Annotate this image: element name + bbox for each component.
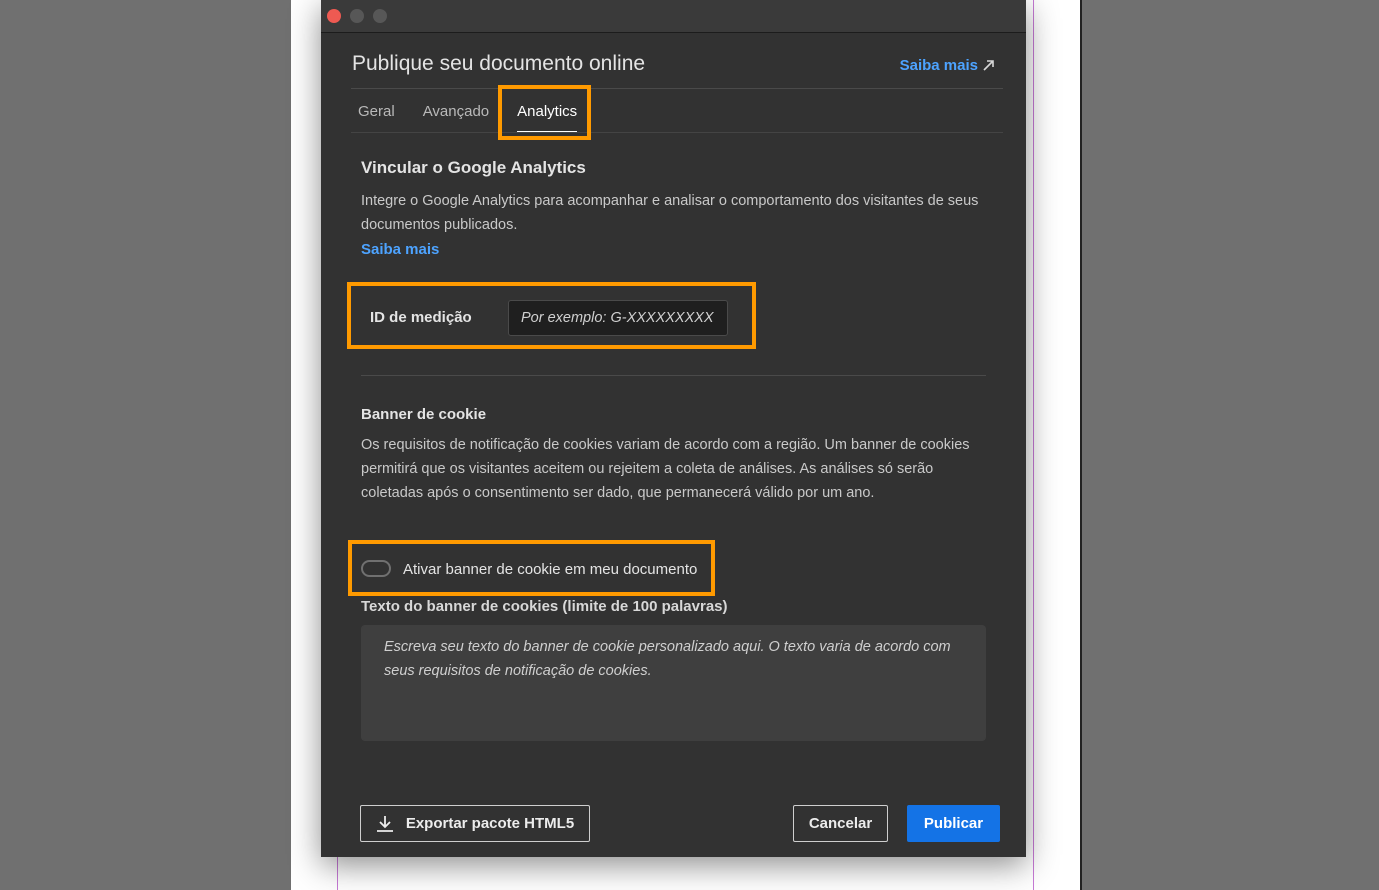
external-arrow-icon (983, 60, 994, 71)
cancel-button[interactable]: Cancelar (793, 805, 888, 842)
cookie-text-input[interactable] (361, 625, 986, 741)
header-learn-more-link[interactable]: Saiba mais (900, 57, 995, 74)
window-minimize-button[interactable] (350, 9, 364, 23)
header-learn-more-label: Saiba mais (899, 57, 978, 74)
document-page-edge (1080, 0, 1082, 890)
publish-online-dialog: Publique seu documento online Saiba mais… (321, 0, 1026, 857)
analytics-description: Integre o Google Analytics para acompanh… (361, 193, 979, 233)
tab-avancado[interactable]: Avançado (423, 103, 489, 133)
margin-guide-right (1033, 0, 1034, 890)
cookie-section-title: Banner de cookie (361, 406, 487, 423)
tab-bar: Geral Avançado Analytics (358, 103, 605, 133)
tab-geral[interactable]: Geral (358, 103, 395, 133)
window-maximize-button[interactable] (373, 9, 387, 23)
section-divider (361, 375, 986, 376)
window-close-button[interactable] (327, 9, 341, 23)
export-html5-label: Exportar pacote HTML5 (405, 815, 575, 832)
dialog-title: Publique seu documento online (352, 52, 646, 75)
publish-button[interactable]: Publicar (907, 805, 1000, 842)
analytics-learn-more-link[interactable]: Saiba mais (361, 241, 439, 258)
toggle-knob (364, 563, 375, 574)
download-icon (376, 815, 393, 832)
measurement-id-input[interactable] (508, 300, 728, 336)
cookie-text-label: Texto do banner de cookies (limite de 10… (361, 598, 728, 615)
tab-analytics[interactable]: Analytics (517, 103, 578, 133)
cookie-description: Os requisitos de notificação de cookies … (361, 437, 970, 501)
export-html5-button[interactable]: Exportar pacote HTML5 (360, 805, 590, 842)
window-titlebar (321, 0, 1026, 33)
header-divider (351, 88, 1003, 89)
cookie-banner-toggle-label[interactable]: Ativar banner de cookie em meu documento (403, 561, 697, 578)
tabs-divider (351, 132, 1003, 133)
measurement-id-label: ID de medição (370, 309, 472, 326)
analytics-section-title: Vincular o Google Analytics (361, 158, 586, 177)
cookie-banner-toggle[interactable] (361, 560, 391, 577)
